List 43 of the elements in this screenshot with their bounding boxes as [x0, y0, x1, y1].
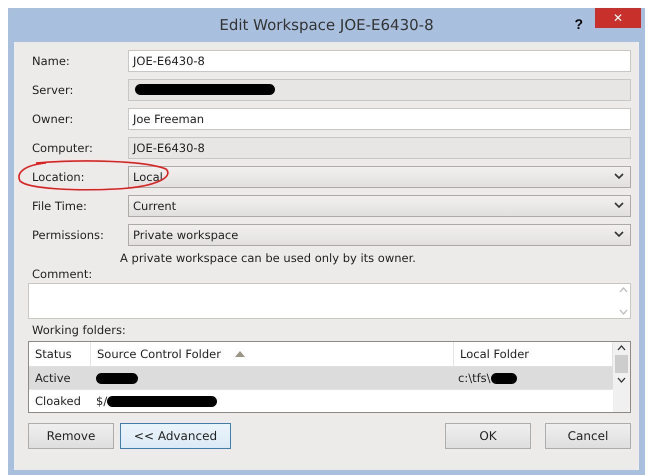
field-label: Owner:	[31, 112, 74, 126]
help-button[interactable]: ?	[574, 16, 583, 32]
sort-ascending-icon	[234, 351, 245, 357]
table-row[interactable]: Active c:\tfs\	[29, 367, 613, 390]
working-folders-label: Working folders:	[31, 323, 127, 339]
chevron-down-icon	[614, 173, 624, 180]
column-header[interactable]: Source Control Folder	[91, 342, 454, 366]
field-label: File Time:	[31, 198, 88, 212]
column-header[interactable]: Status	[29, 342, 91, 366]
table-cell: $/	[96, 394, 108, 408]
field-label: Permissions:	[31, 228, 105, 242]
input-field[interactable]: JOE-E6430-8	[128, 136, 631, 158]
field-label: Server:	[31, 82, 74, 96]
window-title: Edit Workspace JOE-E6430-8	[219, 16, 434, 34]
input-field[interactable]: JOE-E6430-8	[128, 50, 631, 72]
input-field[interactable]	[128, 78, 631, 100]
field-label: Location:	[31, 170, 86, 184]
dialog-button[interactable]: << Advanced	[120, 423, 231, 449]
redaction-mark	[96, 372, 138, 384]
scroll-up-icon[interactable]	[617, 345, 626, 351]
comment-label: Comment:	[31, 267, 94, 283]
table-cell: c:\tfs\	[458, 371, 490, 385]
chevron-down-icon	[614, 231, 624, 238]
permission-hint: A private workspace can be used only by its owner.	[119, 250, 417, 267]
field-label: Computer:	[31, 140, 94, 154]
close-button[interactable]: ✕	[595, 8, 641, 28]
redaction-mark	[490, 372, 516, 384]
dropdown[interactable]: Current	[128, 194, 631, 216]
input-field[interactable]: Joe Freeman	[128, 108, 631, 130]
scroll-down-icon[interactable]	[617, 377, 626, 383]
field-label: Name:	[31, 54, 71, 68]
comment-field[interactable]	[28, 283, 631, 319]
dialog-button[interactable]: OK	[445, 423, 531, 449]
dropdown[interactable]: Private workspace	[128, 224, 631, 246]
table-cell: Cloaked	[35, 394, 81, 408]
scrollbar-thumb[interactable]	[615, 355, 628, 373]
dialog-button[interactable]: Cancel	[545, 423, 631, 449]
dropdown[interactable]: Local	[128, 166, 631, 188]
dialog-button[interactable]: Remove	[28, 423, 114, 449]
table-row[interactable]: Cloaked $/	[29, 390, 613, 412]
chevron-down-icon	[614, 202, 624, 209]
scrollbar[interactable]	[613, 342, 630, 412]
table-cell: Active	[35, 371, 71, 385]
